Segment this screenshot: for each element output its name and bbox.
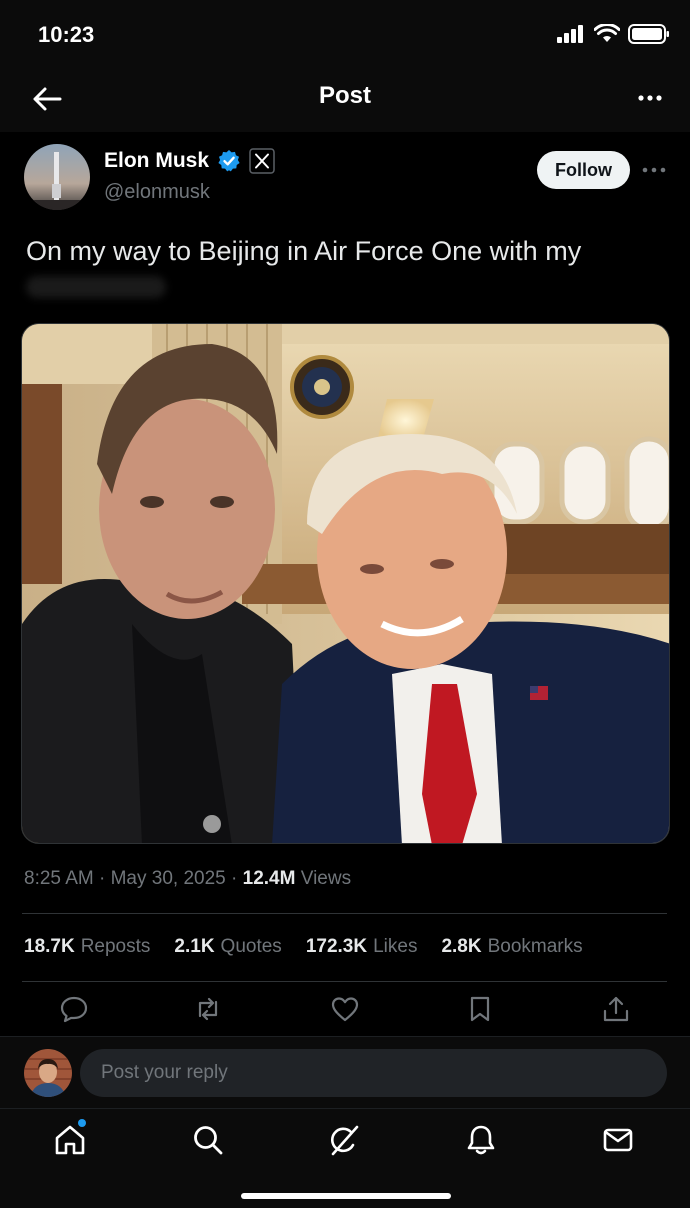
follow-button[interactable]: Follow [537, 151, 630, 189]
stat-likes[interactable]: 172.3K Likes [306, 936, 418, 958]
home-icon[interactable] [53, 1123, 87, 1157]
reply-icon[interactable] [59, 994, 89, 1024]
post-time: 8:25 AM [24, 868, 94, 889]
status-icons [556, 24, 670, 44]
x-affiliate-badge-icon [249, 148, 275, 174]
battery-icon [628, 24, 669, 44]
nav-bar: Post [0, 64, 690, 132]
repost-icon[interactable] [193, 994, 223, 1024]
engagement-stats: 18.7K Reposts 2.1K Quotes 172.3K Likes 2.8K… [24, 936, 583, 958]
divider [22, 981, 667, 982]
post-meta: 8:25 AM · May 30, 2025 · 12.4M Views [24, 868, 351, 890]
verified-badge-icon [218, 150, 240, 172]
status-time: 10:23 [38, 22, 95, 47]
author-avatar[interactable] [24, 144, 90, 210]
page-title: Post [318, 82, 371, 109]
meta-separator: · [99, 868, 111, 889]
more-options-icon[interactable] [636, 84, 664, 112]
views-count: 12.4M [242, 868, 296, 889]
action-bar [0, 990, 690, 1030]
home-notification-dot [78, 1119, 86, 1127]
author-name-row: Elon Musk [104, 148, 275, 174]
post-text: On my way to Beijing in Air Force One wi… [26, 236, 582, 266]
reply-bar [0, 1036, 690, 1108]
post-author: Elon Musk @elonmusk Follow [0, 132, 690, 222]
author-name[interactable]: Elon Musk [104, 149, 209, 173]
reply-input[interactable] [80, 1049, 667, 1097]
search-icon[interactable] [191, 1123, 225, 1157]
status-bar: 10:23 [0, 0, 690, 64]
wifi-icon [594, 24, 620, 42]
bookmark-icon[interactable] [465, 994, 495, 1024]
home-indicator [241, 1193, 451, 1199]
bottom-tab-bar [0, 1108, 690, 1208]
post-date: May 30, 2025 [110, 868, 226, 889]
current-user-avatar[interactable] [24, 1049, 72, 1097]
notifications-icon[interactable] [464, 1123, 498, 1157]
author-handle[interactable]: @elonmusk [104, 181, 210, 204]
post-more-options-icon[interactable] [640, 158, 668, 182]
cellular-signal-icon [557, 25, 583, 43]
divider [22, 913, 667, 914]
like-icon[interactable] [330, 994, 360, 1024]
grok-icon[interactable] [327, 1123, 361, 1157]
post-text-blurred [26, 276, 166, 298]
post-photo[interactable] [21, 323, 670, 844]
stat-reposts[interactable]: 18.7K Reposts [24, 936, 150, 958]
views-label[interactable]: Views [301, 868, 351, 889]
stat-bookmarks[interactable]: 2.8K Bookmarks [441, 936, 582, 958]
share-icon[interactable] [601, 994, 631, 1024]
stat-quotes[interactable]: 2.1K Quotes [174, 936, 281, 958]
meta-separator: · [231, 868, 243, 889]
messages-icon[interactable] [601, 1123, 635, 1157]
